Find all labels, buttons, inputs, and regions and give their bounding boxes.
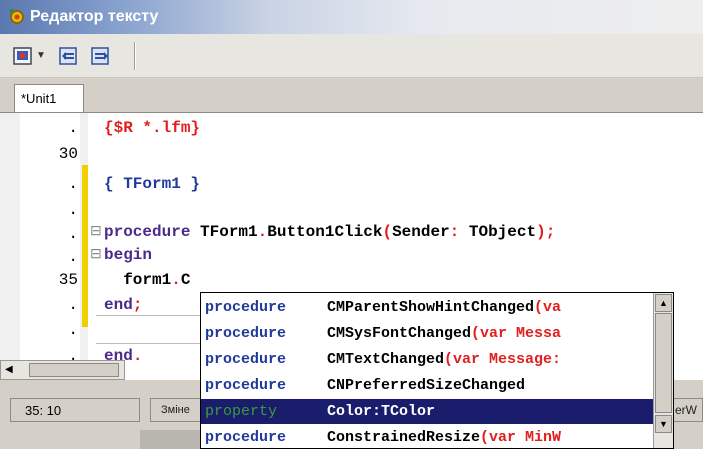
code-token: {$R *.lfm} (104, 119, 201, 137)
code-line: procedure TForm1.Button1Click(Sender: TO… (104, 223, 555, 241)
toolbar-separator (134, 42, 136, 70)
tab-unit1[interactable]: *Unit1 (14, 84, 84, 112)
code-token: C (180, 271, 191, 289)
divider (96, 315, 206, 316)
line-number: 30 (58, 145, 78, 163)
line-number: . (68, 248, 78, 266)
scroll-up-icon[interactable]: ▲ (655, 294, 672, 312)
autocomplete-item[interactable]: procedure CMTextChanged(var Message: (201, 347, 653, 372)
autocomplete-item-selected[interactable]: property Color:TColor (201, 399, 653, 424)
modified-lines-marker (82, 165, 88, 327)
cursor-position: 35: 10 (10, 398, 140, 422)
code-line: { TForm1 } (104, 175, 200, 193)
fold-toggle-icon[interactable]: ⊟ (90, 223, 102, 240)
window-title: Редактор тексту (30, 8, 159, 25)
code-token: procedure (104, 223, 201, 241)
save-as-icon[interactable] (90, 45, 112, 67)
code-line: {$R *.lfm} (104, 119, 200, 137)
code-token: . (171, 271, 181, 289)
line-number: . (68, 201, 78, 219)
code-token: ); (536, 223, 556, 241)
code-token: { TForm1 } (104, 175, 201, 193)
line-number: 35 (58, 271, 78, 289)
dropdown-arrow-icon[interactable]: ▼ (36, 50, 46, 61)
fold-toggle-icon[interactable]: ⊟ (90, 246, 102, 263)
autocomplete-item[interactable]: procedure CMParentShowHintChanged(va (201, 295, 653, 320)
code-token: Sender (392, 223, 450, 241)
line-number: . (68, 175, 78, 193)
popup-vertical-scrollbar[interactable]: ▲ ▼ (653, 293, 673, 448)
code-token: Button1Click (267, 223, 383, 241)
app-gear-icon (10, 9, 24, 24)
title-bar: Редактор тексту (0, 0, 703, 34)
line-number: . (68, 225, 78, 243)
code-line: form1.C (104, 271, 190, 289)
line-number: . (68, 119, 78, 137)
code-line: end; (104, 296, 142, 314)
line-number: . (68, 321, 78, 339)
autocomplete-popup[interactable]: procedure CMParentShowHintChanged(va pro… (200, 292, 674, 449)
scroll-thumb[interactable] (655, 313, 672, 413)
divider (96, 343, 206, 344)
code-token: TForm1 (200, 223, 258, 241)
scroll-thumb[interactable] (29, 363, 119, 377)
code-token: : (449, 223, 469, 241)
save-icon[interactable] (58, 45, 80, 67)
autocomplete-item[interactable]: procedure CNPreferredSizeChanged (201, 373, 653, 398)
line-number: . (68, 296, 78, 314)
autocomplete-item[interactable]: procedure CMSysFontChanged(var Messa (201, 321, 653, 346)
tab-strip: *Unit1 (0, 78, 703, 112)
code-token: ( (382, 223, 393, 241)
scroll-down-icon[interactable]: ▼ (655, 415, 672, 433)
open-file-icon[interactable] (12, 45, 34, 67)
scroll-left-icon[interactable]: ◀ (5, 364, 13, 375)
horizontal-scrollbar[interactable]: ◀ (0, 360, 125, 380)
code-token: ; (132, 296, 143, 314)
code-token: end (104, 296, 133, 314)
autocomplete-item[interactable]: procedure ConstrainedResize(var MinW (201, 425, 653, 449)
code-line: begin (104, 246, 152, 264)
code-token: TObject (468, 223, 537, 241)
code-token: . (132, 347, 143, 365)
toolbar: ▼ (0, 34, 703, 78)
code-token: form1 (104, 271, 172, 289)
code-token: . (257, 223, 268, 241)
status-right-panel: erW (672, 398, 703, 422)
code-token: begin (104, 246, 153, 264)
